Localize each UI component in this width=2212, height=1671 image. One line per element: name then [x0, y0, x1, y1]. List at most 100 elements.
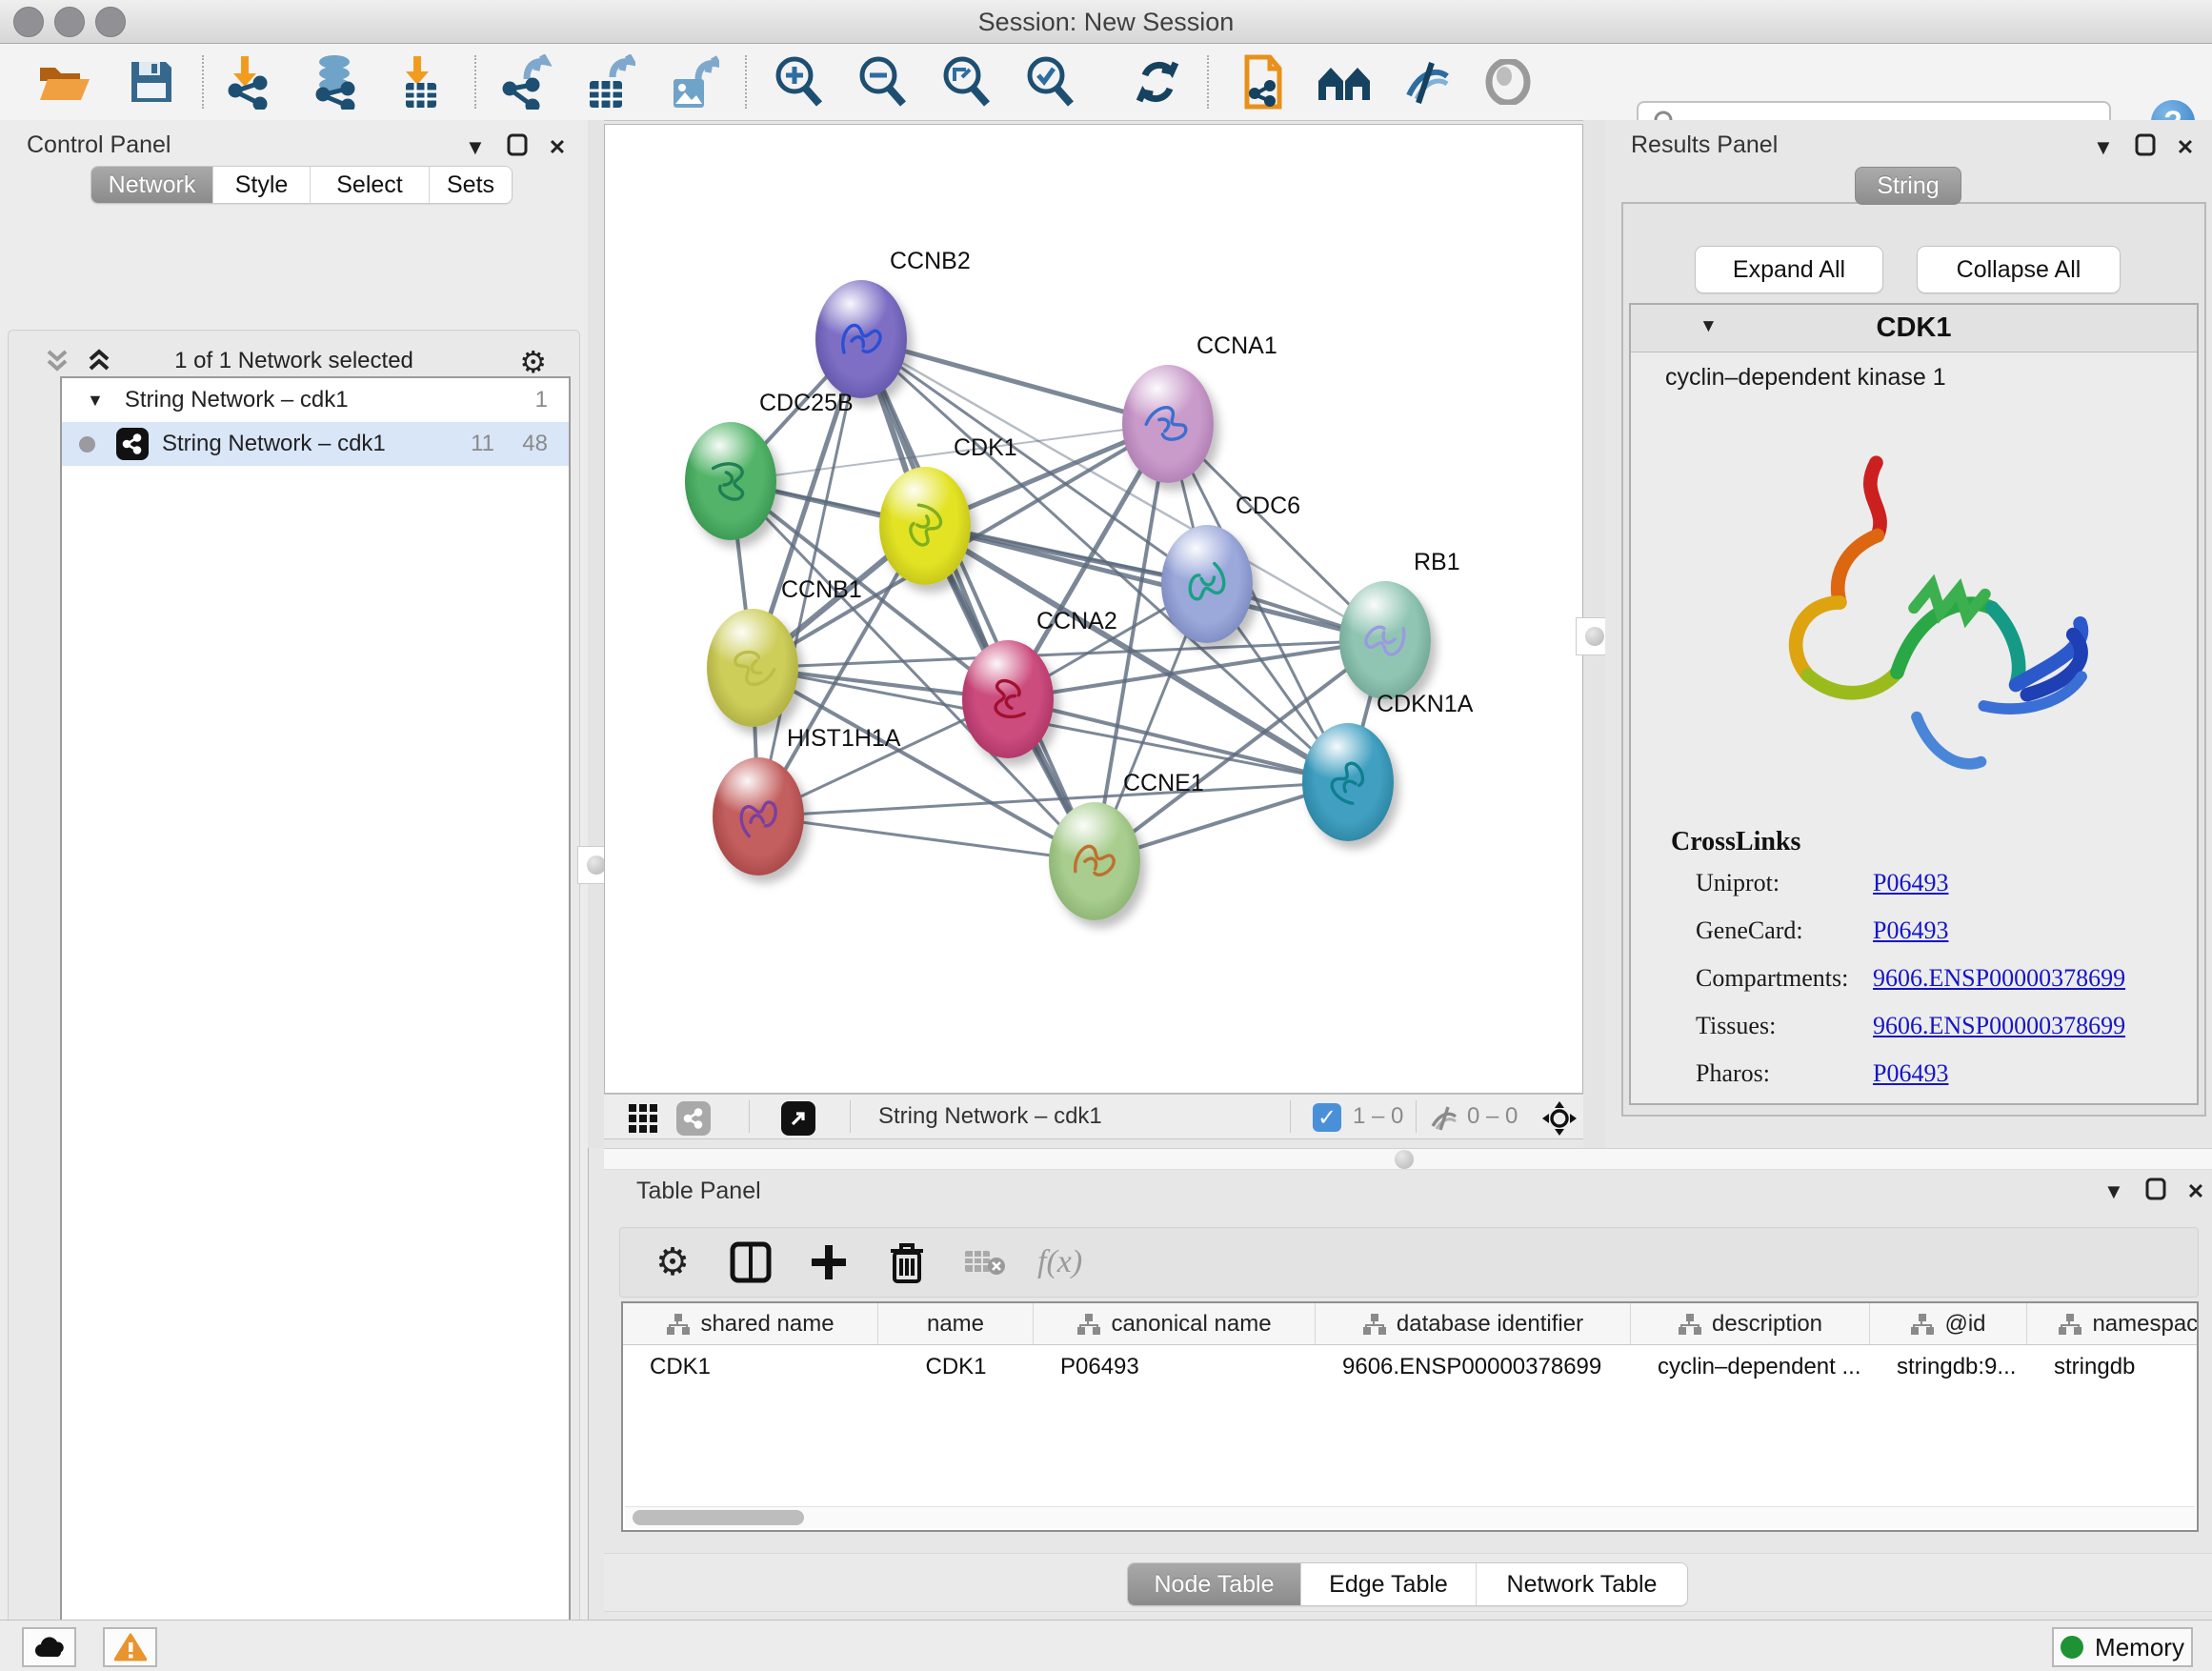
network-options-gear-icon[interactable]: ⚙ [519, 344, 547, 380]
zoom-in-icon[interactable] [768, 50, 831, 113]
column-header-canonical-name[interactable]: canonical name [1034, 1303, 1316, 1344]
hidden-eye-icon[interactable] [1429, 1105, 1459, 1137]
tab-network-table[interactable]: Network Table [1477, 1563, 1687, 1605]
crosslink-link[interactable]: P06493 [1873, 916, 1948, 945]
table-cell[interactable]: 9606.ENSP00000378699 [1316, 1345, 1631, 1389]
houses-icon[interactable] [1313, 50, 1376, 113]
network-row[interactable]: String Network – cdk1 11 48 [62, 422, 569, 466]
hide-eye-icon[interactable] [1395, 50, 1458, 113]
gene-section-header[interactable]: ▼ CDK1 [1631, 305, 2197, 352]
tab-network[interactable]: Network [91, 167, 213, 203]
tab-select[interactable]: Select [311, 167, 430, 203]
results-float-icon[interactable] [2135, 133, 2156, 161]
save-session-icon[interactable] [120, 50, 183, 113]
document-network-icon[interactable] [1231, 50, 1294, 113]
show-eye-icon[interactable] [1477, 50, 1539, 113]
network-node-CDK1[interactable] [879, 467, 971, 585]
tab-string[interactable]: String [1855, 167, 1961, 205]
selected-nodes-checkbox[interactable]: ✓ [1313, 1103, 1341, 1132]
fit-content-crosshair-icon[interactable] [1541, 1100, 1578, 1141]
results-panel-title: Results Panel [1631, 131, 1778, 159]
column-header-database-identifier[interactable]: database identifier [1316, 1303, 1631, 1344]
birds-eye-view-icon[interactable] [781, 1101, 815, 1136]
table-collapse-icon[interactable]: ▼ [2103, 1179, 2124, 1204]
zoom-out-icon[interactable] [852, 50, 915, 113]
tab-edge-table[interactable]: Edge Table [1301, 1563, 1477, 1605]
network-canvas[interactable]: CCNB2CCNA1CDC25BCDK1CDC6RB1CCNB1CCNA2CDK… [604, 124, 1583, 1094]
table-data-row[interactable]: CDK1CDK1P064939606.ENSP00000378699cyclin… [623, 1345, 2199, 1389]
column-header--id[interactable]: @id [1870, 1303, 2027, 1344]
network-node-CCNB2[interactable] [815, 280, 907, 398]
table-cell[interactable]: cyclin–dependent ... [1631, 1345, 1870, 1389]
network-node-CCNA1[interactable] [1122, 365, 1214, 483]
network-node-CDKN1A[interactable] [1302, 723, 1394, 841]
import-network-file-icon[interactable] [217, 50, 280, 113]
network-node-CDC25B[interactable] [685, 422, 776, 540]
collection-expand-icon[interactable]: ▼ [87, 391, 104, 411]
table-cell[interactable]: CDK1 [878, 1345, 1034, 1389]
function-builder-icon[interactable]: f(x) [1037, 1244, 1082, 1280]
network-node-CCNE1[interactable] [1049, 802, 1140, 920]
delete-column-icon[interactable] [881, 1237, 933, 1288]
table-options-gear-icon[interactable]: ⚙ [647, 1237, 698, 1288]
horizontal-splitter-handle[interactable] [1395, 1150, 1414, 1169]
collapse-all-button[interactable]: Collapse All [1917, 246, 2121, 293]
table-float-icon[interactable] [2145, 1178, 2166, 1205]
panel-close-icon[interactable]: ✕ [549, 135, 566, 160]
table-close-icon[interactable]: ✕ [2187, 1179, 2204, 1204]
expand-all-button[interactable]: Expand All [1695, 246, 1883, 293]
table-cell[interactable]: stringdb [2027, 1345, 2199, 1389]
crosslink-row-pharos: Pharos:P06493 [1696, 1059, 2191, 1107]
delete-table-icon[interactable] [959, 1237, 1011, 1288]
right-splitter[interactable] [1583, 120, 1605, 1148]
export-network-icon[interactable] [493, 50, 556, 113]
tab-sets[interactable]: Sets [430, 167, 512, 203]
memory-status-dot [2061, 1636, 2083, 1659]
open-session-icon[interactable] [32, 50, 95, 113]
grid-view-icon[interactable] [629, 1104, 657, 1137]
export-table-icon[interactable] [577, 50, 640, 113]
column-header-name[interactable]: name [878, 1303, 1034, 1344]
panel-collapse-icon[interactable]: ▼ [465, 135, 486, 160]
tab-node-table[interactable]: Node Table [1128, 1563, 1301, 1605]
crosslink-link[interactable]: P06493 [1873, 869, 1948, 897]
zoom-fit-icon[interactable] [935, 50, 998, 113]
crosslink-link[interactable]: 9606.ENSP00000378699 [1873, 964, 2125, 993]
column-header-shared-name[interactable]: shared name [623, 1303, 878, 1344]
table-horizontal-scrollbar[interactable] [625, 1506, 2195, 1528]
table-cell[interactable]: stringdb:9... [1870, 1345, 2027, 1389]
network-node-RB1[interactable] [1339, 581, 1431, 699]
export-image-icon[interactable] [661, 50, 724, 113]
refresh-icon[interactable] [1126, 50, 1189, 113]
table-cell[interactable]: CDK1 [623, 1345, 878, 1389]
table-cell[interactable]: P06493 [1034, 1345, 1316, 1389]
import-table-file-icon[interactable] [389, 50, 452, 113]
network-collection-row[interactable]: ▼ String Network – cdk1 1 [62, 378, 569, 422]
network-view-share-icon[interactable] [676, 1101, 711, 1136]
network-node-CCNB1[interactable] [707, 609, 798, 727]
show-columns-icon[interactable] [725, 1237, 776, 1288]
crosslink-link[interactable]: P06493 [1873, 1059, 1948, 1088]
node-table[interactable]: shared namenamecanonical namedatabase id… [621, 1301, 2199, 1532]
warning-status-button[interactable] [103, 1627, 157, 1667]
results-close-icon[interactable]: ✕ [2177, 135, 2194, 160]
network-row-label: String Network – cdk1 [162, 431, 386, 457]
network-node-CCNA2[interactable] [962, 640, 1054, 758]
add-column-icon[interactable] [803, 1237, 855, 1288]
tab-style[interactable]: Style [213, 167, 311, 203]
left-splitter[interactable] [588, 120, 604, 1148]
panel-float-icon[interactable] [507, 133, 528, 161]
horizontal-splitter[interactable] [604, 1148, 2212, 1170]
crosslink-link[interactable]: 9606.ENSP00000378699 [1873, 1012, 2125, 1040]
memory-button[interactable]: Memory [2052, 1627, 2193, 1667]
column-header-description[interactable]: description [1631, 1303, 1870, 1344]
network-node-CDC6[interactable] [1161, 525, 1253, 643]
zoom-selected-icon[interactable] [1019, 50, 1082, 113]
import-network-database-icon[interactable] [303, 50, 366, 113]
cloud-status-button[interactable] [22, 1627, 76, 1667]
column-header-namespace[interactable]: namespace [2027, 1303, 2199, 1344]
results-collapse-icon[interactable]: ▼ [2093, 135, 2114, 160]
crosslink-row-tissues: Tissues:9606.ENSP00000378699 [1696, 1012, 2191, 1059]
scrollbar-thumb[interactable] [633, 1510, 804, 1525]
network-node-HIST1H1A[interactable] [713, 757, 804, 876]
